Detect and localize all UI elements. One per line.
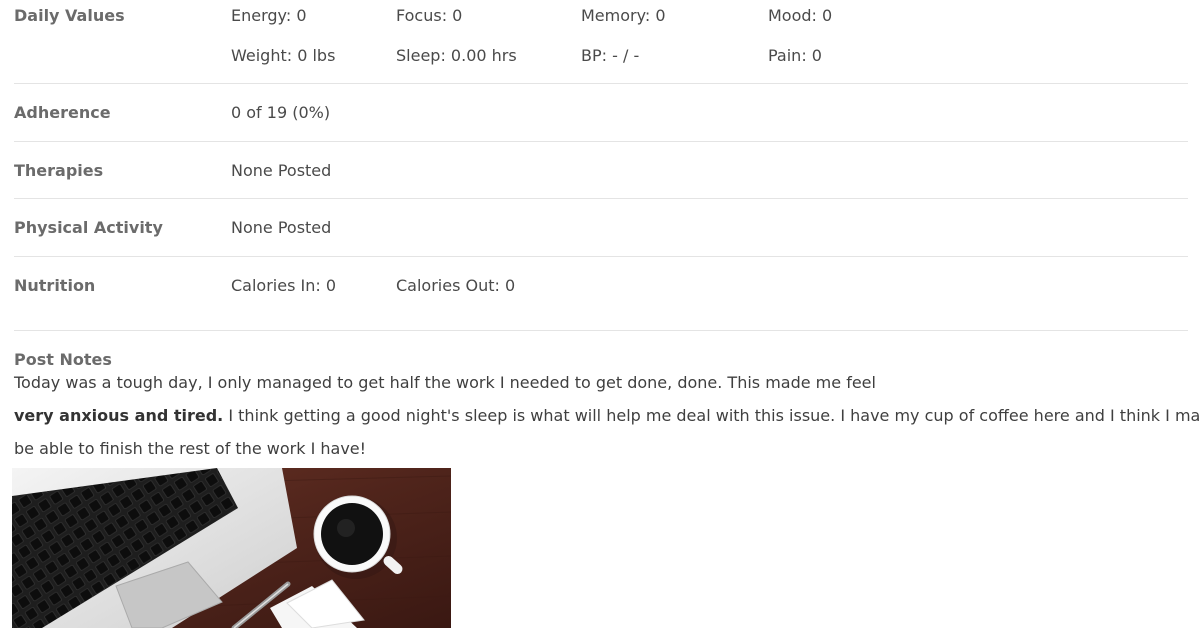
calories-in-value: Calories In: 0 (231, 276, 337, 295)
divider (14, 198, 1188, 199)
laptop-and-coffee-icon (12, 468, 451, 628)
therapies-value: None Posted (231, 161, 332, 180)
post-notes-line-1: Today was a tough day, I only managed to… (14, 373, 876, 392)
mood-value: Mood: 0 (768, 6, 833, 25)
calories-out-value: Calories Out: 0 (396, 276, 516, 295)
daily-values-label: Daily Values (14, 6, 125, 25)
post-notes-line-2-text: I think getting a good night's sleep is … (223, 406, 1200, 425)
post-notes-line-2: very anxious and tired. I think getting … (14, 406, 1200, 425)
pain-value: Pain: 0 (768, 46, 822, 65)
weight-value: Weight: 0 lbs (231, 46, 336, 65)
post-notes-emphasis: very anxious and tired. (14, 406, 224, 425)
physical-activity-value: None Posted (231, 218, 332, 237)
divider (14, 141, 1188, 142)
laptop-coffee-photo (12, 468, 451, 628)
divider (14, 256, 1188, 257)
therapies-label: Therapies (14, 161, 104, 180)
post-notes-line-3: be able to finish the rest of the work I… (14, 439, 367, 458)
physical-activity-label: Physical Activity (14, 218, 163, 237)
energy-value: Energy: 0 (231, 6, 307, 25)
post-notes-title: Post Notes (14, 350, 112, 369)
divider (14, 330, 1188, 331)
sleep-value: Sleep: 0.00 hrs (396, 46, 517, 65)
memory-value: Memory: 0 (581, 6, 666, 25)
divider (14, 83, 1188, 84)
adherence-label: Adherence (14, 103, 111, 122)
focus-value: Focus: 0 (396, 6, 463, 25)
adherence-value: 0 of 19 (0%) (231, 103, 331, 122)
bp-value: BP: - / - (581, 46, 640, 65)
nutrition-label: Nutrition (14, 276, 96, 295)
